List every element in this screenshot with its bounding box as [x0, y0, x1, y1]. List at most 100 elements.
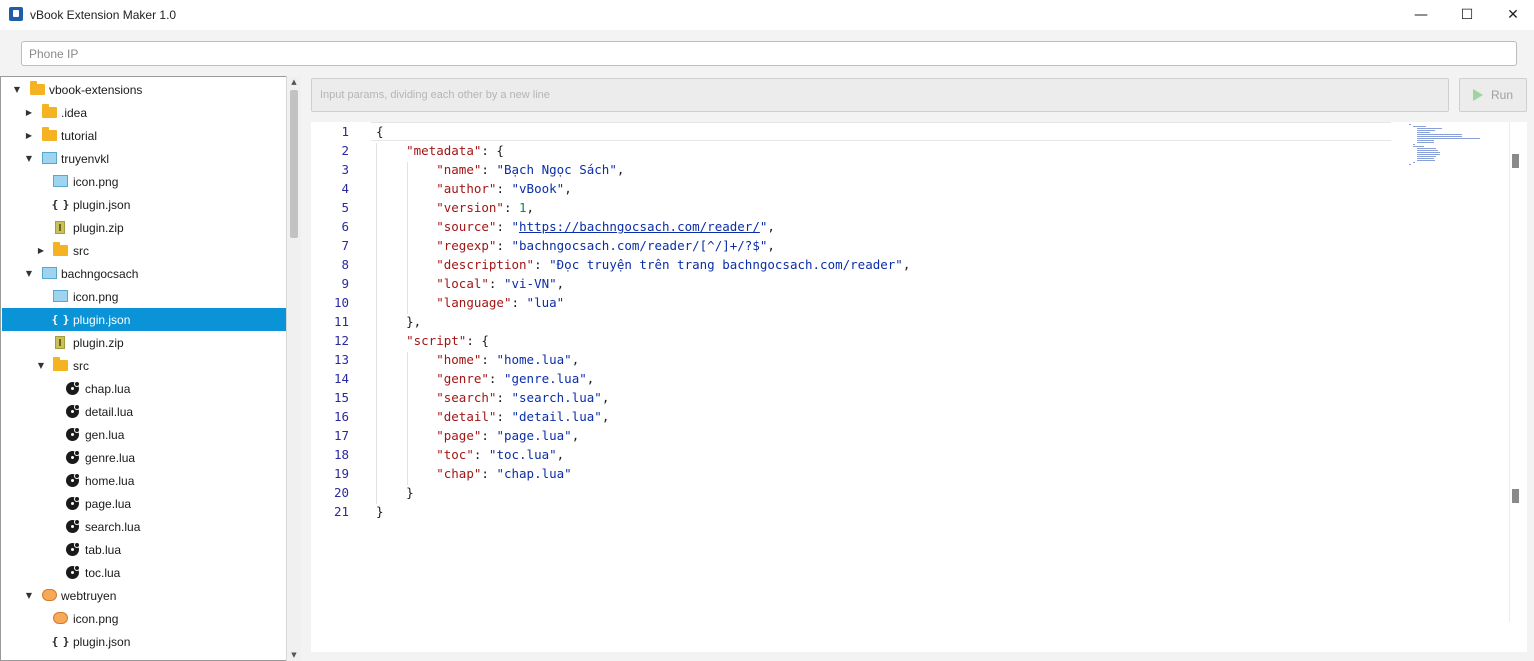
- collapsed-arrow-icon[interactable]: ▶: [24, 107, 34, 117]
- code-line: "detail": "detail.lua",: [436, 409, 610, 424]
- minimap-line: [1417, 142, 1434, 143]
- code-minimap[interactable]: [1399, 122, 1509, 182]
- line-number: 8: [341, 257, 349, 272]
- minimize-button[interactable]: —: [1398, 0, 1444, 30]
- expanded-arrow-icon[interactable]: ▼: [36, 360, 46, 370]
- tree-row[interactable]: { } plugin.json: [2, 308, 287, 331]
- line-number: 15: [333, 390, 349, 405]
- line-number: 3: [341, 162, 349, 177]
- tree-row[interactable]: home.lua: [2, 469, 287, 492]
- editor-panel: Run 123456789101112131415161718192021 { …: [301, 76, 1534, 661]
- tree-row[interactable]: genre.lua: [2, 446, 287, 469]
- line-number: 10: [333, 295, 349, 310]
- tree-row[interactable]: icon.png: [2, 285, 287, 308]
- play-icon: [1472, 89, 1483, 101]
- maximize-button[interactable]: ☐: [1444, 0, 1490, 30]
- lua-icon: [64, 403, 80, 418]
- tree-row[interactable]: ▼ truyenvkl: [2, 147, 287, 170]
- current-line-highlight: [371, 122, 1391, 141]
- tree-row-label: .idea: [61, 106, 88, 120]
- tree-row[interactable]: detail.lua: [2, 400, 287, 423]
- code-editor[interactable]: 1 2 3 4 5 6 7 8 9 10 11 12 13 14 15 16 17 18 19 20 21 { "met…: [311, 122, 1527, 652]
- tree-row[interactable]: search.lua: [2, 515, 287, 538]
- minimap-line: [1417, 158, 1434, 159]
- tree-row[interactable]: { } plugin.json: [2, 630, 287, 653]
- code-line: "genre": "genre.lua",: [436, 371, 595, 386]
- tree-row[interactable]: ▼ src: [2, 354, 287, 377]
- tree-row[interactable]: { } plugin.json: [2, 193, 287, 216]
- close-button[interactable]: ✕: [1490, 0, 1534, 30]
- scroll-up-arrow-icon[interactable]: ▲: [287, 76, 301, 88]
- minimap-line: [1417, 154, 1440, 155]
- indent-guide: [407, 352, 408, 485]
- tree-row[interactable]: ▶ tutorial: [2, 124, 287, 147]
- tree-row[interactable]: ▼ webtruyen: [2, 584, 287, 607]
- minimap-line: [1417, 150, 1438, 151]
- expanded-arrow-icon[interactable]: ▼: [24, 268, 34, 278]
- tree-row[interactable]: tab.lua: [2, 538, 287, 561]
- folder-icon: [41, 126, 57, 142]
- app-icon: [9, 7, 23, 21]
- code-line: "author": "vBook",: [436, 181, 572, 196]
- tree-row-label: src: [73, 244, 89, 258]
- minimap-line: [1413, 162, 1415, 163]
- image-icon: [41, 266, 57, 280]
- tree-row[interactable]: ▼ bachngocsach: [2, 262, 287, 285]
- scroll-down-arrow-icon[interactable]: ▼: [287, 649, 301, 661]
- tree-row-label: src: [73, 359, 89, 373]
- collapsed-arrow-icon[interactable]: ▶: [36, 245, 46, 255]
- tree-row[interactable]: icon.png: [2, 607, 287, 630]
- minimap-line: [1413, 126, 1426, 127]
- tree-row[interactable]: plugin.zip: [2, 216, 287, 239]
- tree-row-label: chap.lua: [85, 382, 131, 396]
- tree-row-label: tab.lua: [85, 543, 122, 557]
- collapsed-arrow-icon[interactable]: ▶: [24, 130, 34, 140]
- tree-row[interactable]: chap.lua: [2, 377, 287, 400]
- tree-scrollbar[interactable]: ▲ ▼: [286, 76, 301, 661]
- expanded-arrow-icon[interactable]: ▼: [24, 153, 34, 163]
- tree-row-label: vbook-extensions: [49, 83, 143, 97]
- tree-row[interactable]: plugin.zip: [2, 331, 287, 354]
- run-button[interactable]: Run: [1459, 78, 1527, 112]
- image-icon: [52, 289, 68, 303]
- minimap-line: [1417, 136, 1462, 137]
- tree-row-label: plugin.json: [73, 635, 131, 649]
- tree-row-label: plugin.json: [73, 313, 131, 327]
- minimap-line: [1417, 138, 1480, 139]
- lua-icon: [64, 380, 80, 395]
- tree-row[interactable]: page.lua: [2, 492, 287, 515]
- code-line: "version": 1,: [436, 200, 535, 215]
- tree-row[interactable]: ▶ src: [2, 239, 287, 262]
- line-number: 20: [333, 485, 349, 500]
- tree-row[interactable]: ▼ vbook-extensions: [2, 78, 287, 101]
- line-number: 21: [333, 504, 349, 519]
- code-line: "toc": "toc.lua",: [436, 447, 565, 462]
- folder-icon: [52, 241, 68, 257]
- code-line: },: [376, 314, 422, 329]
- minimap-line: [1417, 148, 1436, 149]
- tree-row-label: search.lua: [85, 520, 141, 534]
- minimap-line: [1417, 156, 1436, 157]
- code-line: "metadata": {: [406, 143, 504, 158]
- tree-row[interactable]: icon.png: [2, 170, 287, 193]
- minimap-line: [1413, 146, 1424, 147]
- tree-scroll-thumb[interactable]: [290, 90, 298, 238]
- minimap-line: [1417, 130, 1435, 131]
- phone-ip-input[interactable]: [21, 41, 1517, 66]
- scroll-marker: [1512, 489, 1519, 503]
- line-number: 14: [333, 371, 349, 386]
- code-line: }: [376, 485, 414, 500]
- editor-scrollbar[interactable]: [1509, 122, 1521, 622]
- indent-guide: [376, 143, 377, 504]
- lua-icon: [64, 564, 80, 579]
- title-bar: vBook Extension Maker 1.0 — ☐ ✕: [0, 0, 1534, 30]
- tree-row-label: icon.png: [73, 290, 119, 304]
- expanded-arrow-icon[interactable]: ▼: [12, 84, 22, 94]
- tree-row[interactable]: gen.lua: [2, 423, 287, 446]
- line-number: 11: [333, 314, 349, 329]
- line-number: 16: [333, 409, 349, 424]
- params-input[interactable]: [311, 78, 1449, 112]
- tree-row[interactable]: toc.lua: [2, 561, 287, 584]
- expanded-arrow-icon[interactable]: ▼: [24, 590, 34, 600]
- tree-row[interactable]: ▶ .idea: [2, 101, 287, 124]
